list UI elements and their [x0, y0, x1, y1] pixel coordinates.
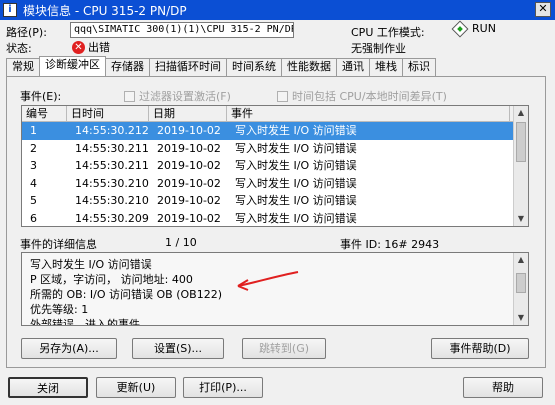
- checkbox-box: [124, 90, 135, 102]
- path-label: 路径(P):: [6, 26, 47, 39]
- list-header: 编号 日时间 日期 事件: [22, 106, 528, 122]
- cell-event: 写入时发生 I/O 访问错误: [235, 124, 357, 137]
- events-label: 事件(E):: [20, 90, 62, 103]
- checkbox-box: [277, 90, 288, 102]
- save-as-button[interactable]: 另存为(A)...: [21, 338, 117, 359]
- annotation-arrow-icon: [237, 271, 299, 291]
- goto-button[interactable]: 跳转到(G): [242, 338, 326, 359]
- detail-line: 外部错误，进入的事件: [30, 318, 140, 326]
- error-icon: ✕: [72, 40, 85, 54]
- cell-number: 2: [30, 141, 37, 155]
- refresh-button[interactable]: 更新(U): [96, 377, 176, 398]
- list-row[interactable]: 5 14:55:30.210 2019-10-02 写入时发生 I/O 访问错误: [22, 192, 528, 210]
- cpu-mode-text: RUN: [472, 22, 496, 35]
- detail-line: 优先等级: 1: [30, 303, 89, 316]
- cell-event: 写入时发生 I/O 访问错误: [235, 176, 357, 190]
- cell-time: 14:55:30.211: [75, 159, 149, 172]
- time-difference-checkbox[interactable]: 时间包括 CPU/本地时间差异(T): [277, 88, 447, 104]
- print-button[interactable]: 打印(P)...: [183, 377, 263, 398]
- close-button[interactable]: 关闭: [8, 377, 88, 398]
- tab-stack[interactable]: 堆栈: [369, 58, 403, 76]
- tab-identification[interactable]: 标识: [402, 58, 436, 76]
- cell-number: 4: [30, 176, 37, 190]
- tab-diagnostic-buffer[interactable]: 诊断缓冲区: [39, 56, 106, 76]
- tab-bar: 常规 诊断缓冲区 存储器 扫描循环时间 时间系统 性能数据 通讯 堆栈 标识: [6, 56, 436, 76]
- event-id: 事件 ID: 16# 2943: [340, 238, 440, 251]
- cpu-mode-label: CPU 工作模式:: [351, 26, 425, 39]
- cell-event: 写入时发生 I/O 访问错误: [235, 211, 357, 225]
- cell-time: 14:55:30.210: [75, 176, 149, 190]
- path-field: qqq\SIMATIC 300(1)(1)\CPU 315-2 PN/DP: [70, 22, 294, 38]
- scroll-down-icon[interactable]: ▼: [514, 212, 528, 226]
- cell-number: 3: [30, 159, 37, 172]
- tab-general[interactable]: 常规: [6, 58, 40, 76]
- details-scrollbar[interactable]: ▲ ▼: [513, 253, 528, 325]
- status-value: ✕ 出错: [72, 39, 110, 55]
- title-bar: i 模块信息 - CPU 315-2 PN/DP ✕: [0, 0, 555, 20]
- cell-date: 2019-10-02: [157, 159, 221, 172]
- events-scrollbar[interactable]: ▲ ▼: [513, 106, 528, 226]
- list-row[interactable]: 1 14:55:30.212 2019-10-02 写入时发生 I/O 访问错误: [22, 122, 528, 140]
- status-label: 状态:: [6, 42, 32, 55]
- cell-number: 6: [30, 211, 37, 225]
- cell-time: 14:55:30.211: [75, 141, 149, 155]
- cell-event: 写入时发生 I/O 访问错误: [235, 141, 357, 155]
- col-event[interactable]: 事件: [227, 106, 510, 121]
- details-count: 1 / 10: [165, 236, 197, 249]
- checkbox-label: 过滤器设置激活(F): [139, 90, 231, 103]
- cell-date: 2019-10-02: [157, 211, 221, 225]
- scroll-up-icon[interactable]: ▲: [514, 253, 528, 267]
- tab-scan-cycle-time[interactable]: 扫描循环时间: [149, 58, 227, 76]
- cpu-mode-value: RUN: [451, 20, 496, 37]
- tab-memory[interactable]: 存储器: [105, 58, 150, 76]
- events-list[interactable]: 编号 日时间 日期 事件 1 14:55:30.212 2019-10-02 写…: [21, 105, 529, 227]
- cell-date: 2019-10-02: [157, 124, 221, 137]
- tab-communication[interactable]: 通讯: [336, 58, 370, 76]
- cell-time: 14:55:30.209: [75, 211, 149, 225]
- filter-settings-checkbox[interactable]: 过滤器设置激活(F): [124, 88, 231, 104]
- window-title: 模块信息 - CPU 315-2 PN/DP: [23, 3, 187, 18]
- tab-performance-data[interactable]: 性能数据: [281, 58, 337, 76]
- event-help-button[interactable]: 事件帮助(D): [431, 338, 529, 359]
- close-window-button[interactable]: ✕: [535, 2, 551, 17]
- scroll-down-icon[interactable]: ▼: [514, 311, 528, 325]
- col-time[interactable]: 日时间: [67, 106, 149, 121]
- list-row[interactable]: 6 14:55:30.209 2019-10-02 写入时发生 I/O 访问错误: [22, 210, 528, 227]
- list-row[interactable]: 4 14:55:30.210 2019-10-02 写入时发生 I/O 访问错误: [22, 175, 528, 193]
- col-number[interactable]: 编号: [22, 106, 67, 121]
- cell-date: 2019-10-02: [157, 176, 221, 190]
- list-row[interactable]: 3 14:55:30.211 2019-10-02 写入时发生 I/O 访问错误: [22, 157, 528, 175]
- help-button[interactable]: 帮助: [463, 377, 543, 398]
- col-date[interactable]: 日期: [149, 106, 227, 121]
- run-status-icon: [451, 20, 469, 37]
- status-text: 出错: [88, 41, 110, 54]
- details-label: 事件的详细信息: [20, 238, 97, 251]
- cell-number: 1: [30, 124, 37, 137]
- list-row[interactable]: 2 14:55:30.211 2019-10-02 写入时发生 I/O 访问错误: [22, 140, 528, 158]
- tab-time-system[interactable]: 时间系统: [226, 58, 282, 76]
- cell-event: 写入时发生 I/O 访问错误: [235, 159, 357, 172]
- info-app-icon: i: [3, 3, 17, 17]
- cell-number: 5: [30, 194, 37, 207]
- cell-date: 2019-10-02: [157, 141, 221, 155]
- force-jobs-text: 无强制作业: [351, 42, 406, 55]
- cell-event: 写入时发生 I/O 访问错误: [235, 194, 357, 207]
- settings-button[interactable]: 设置(S)...: [132, 338, 224, 359]
- checkbox-label: 时间包括 CPU/本地时间差异(T): [292, 90, 447, 103]
- scroll-thumb[interactable]: [516, 122, 526, 162]
- scroll-up-icon[interactable]: ▲: [514, 106, 528, 120]
- cell-date: 2019-10-02: [157, 194, 221, 207]
- cell-time: 14:55:30.210: [75, 194, 149, 207]
- scroll-thumb[interactable]: [516, 273, 526, 293]
- cell-time: 14:55:30.212: [75, 124, 149, 137]
